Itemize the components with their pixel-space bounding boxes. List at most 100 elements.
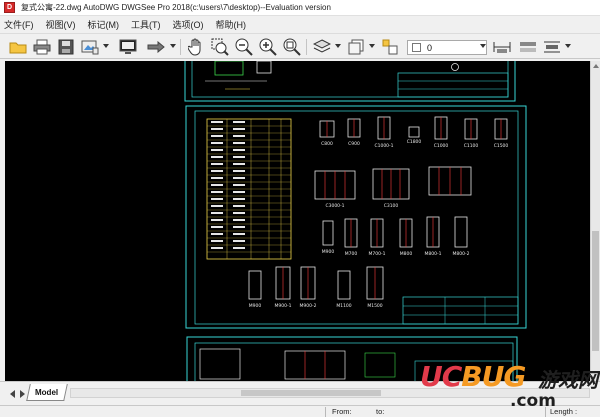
schedule-cell-text — [233, 156, 245, 158]
schedule-cell-text — [211, 226, 223, 228]
drawing-canvas[interactable]: C800 C900 C1000-1 C1800 C1000 C1100 C1500 C3000… — [5, 61, 590, 381]
schedule-cell-text — [233, 247, 245, 249]
door-label: M800-1 — [425, 251, 442, 257]
window-label: C1100 — [464, 143, 479, 149]
app-logo-icon: D — [4, 2, 15, 13]
menu-help[interactable]: 帮助(H) — [216, 18, 247, 31]
layer-select[interactable]: 0 — [407, 40, 487, 55]
schedule-cell-text — [211, 121, 223, 123]
door-label: M900 — [249, 303, 262, 309]
window-label: C1000-1 — [374, 143, 393, 149]
schedule-cell-text — [233, 233, 245, 235]
menu-file[interactable]: 文件(F) — [4, 18, 34, 31]
measure-icon[interactable] — [492, 38, 512, 56]
schedule-cell-text — [233, 135, 245, 137]
status-bar: From: to: Length : — [0, 405, 600, 417]
tab-model[interactable]: Model — [26, 384, 68, 401]
window-label: C800 — [321, 141, 333, 147]
save-icon[interactable] — [56, 38, 76, 56]
vertical-scrollbar[interactable] — [590, 61, 600, 381]
schedule-cell-text — [211, 240, 223, 242]
horizontal-scroll-thumb[interactable] — [241, 390, 381, 396]
zoom-in-icon[interactable] — [258, 38, 278, 56]
sheet-top — [184, 61, 516, 102]
status-to-label: to: — [376, 407, 385, 416]
schedule-cell-text — [233, 191, 245, 193]
schedule-cell-text — [233, 170, 245, 172]
status-divider — [545, 407, 546, 417]
dimension-icon[interactable] — [518, 38, 538, 56]
status-from-label: From: — [332, 407, 352, 416]
dwgsee-window: D 复式公寓-22.dwg AutoDWG DWGSee Pro 2018(c:… — [0, 0, 600, 417]
align-dropdown-arrow[interactable] — [565, 44, 571, 48]
toolbar: 0 — [0, 33, 600, 59]
arrow-dropdown-arrow[interactable] — [170, 44, 176, 48]
schedule-cell-text — [211, 247, 223, 249]
title-bar: D 复式公寓-22.dwg AutoDWG DWGSee Pro 2018(c:… — [0, 0, 600, 16]
layer-icon[interactable] — [312, 38, 332, 56]
menu-options[interactable]: 选项(O) — [173, 18, 204, 31]
sheet-bottom — [186, 336, 518, 381]
door-label: M700-1 — [369, 251, 386, 257]
window-label: C1800 — [407, 139, 422, 145]
schedule-cell-text — [233, 198, 245, 200]
door-label: M900 — [322, 249, 335, 255]
tab-next-arrow[interactable] — [20, 390, 25, 398]
align-icon[interactable] — [542, 38, 562, 56]
menu-view[interactable]: 视图(V) — [46, 18, 76, 31]
cad-drawing: C800 C900 C1000-1 C1800 C1000 C1100 C1500 C3000… — [184, 61, 527, 381]
toolbar-separator — [180, 39, 181, 55]
tab-model-label: Model — [35, 387, 59, 397]
schedule-cell-text — [211, 198, 223, 200]
menu-markup[interactable]: 标记(M) — [88, 18, 120, 31]
menu-bar: 文件(F) 视图(V) 标记(M) 工具(T) 选项(O) 帮助(H) — [0, 16, 600, 33]
window-label: C900 — [348, 141, 360, 147]
print-icon[interactable] — [32, 38, 52, 56]
door-label: M1500 — [367, 303, 382, 309]
schedule-cell-text — [233, 128, 245, 130]
vertical-scroll-thumb[interactable] — [592, 231, 599, 351]
zoom-out-icon[interactable] — [234, 38, 254, 56]
door-label: M1100 — [336, 303, 351, 309]
export-image-icon[interactable] — [80, 38, 100, 56]
horizontal-scrollbar[interactable] — [70, 388, 590, 398]
schedule-cell-text — [211, 212, 223, 214]
layer-manager-icon[interactable] — [380, 38, 400, 56]
schedule-cell-text — [211, 191, 223, 193]
schedule-cell-text — [211, 156, 223, 158]
export-dropdown-arrow[interactable] — [103, 44, 109, 48]
schedule-cell-text — [233, 240, 245, 242]
open-folder-icon[interactable] — [8, 38, 28, 56]
scroll-up-arrow[interactable] — [593, 64, 599, 68]
layer-dropdown-arrow[interactable] — [335, 44, 341, 48]
schedule-cell-text — [211, 233, 223, 235]
schedule-cell-text — [211, 163, 223, 165]
schedule-cell-text — [211, 205, 223, 207]
zoom-extents-icon[interactable] — [282, 38, 302, 56]
schedule-cell-text — [233, 212, 245, 214]
arrow-right-icon[interactable] — [146, 38, 166, 56]
window-title: 复式公寓-22.dwg AutoDWG DWGSee Pro 2018(c:\u… — [21, 3, 331, 12]
layer-value: 0 — [427, 42, 433, 53]
layer-visibility-checkbox[interactable] — [412, 43, 421, 52]
color-dropdown-arrow[interactable] — [369, 44, 375, 48]
window-label: C3000-1 — [325, 203, 344, 209]
pan-hand-icon[interactable] — [186, 38, 206, 56]
schedule-cell-text — [211, 219, 223, 221]
schedule-cell-text — [211, 142, 223, 144]
menu-tools[interactable]: 工具(T) — [131, 18, 161, 31]
layer-select-dropdown-arrow[interactable] — [480, 44, 486, 48]
color-square-icon[interactable] — [346, 38, 366, 56]
schedule-cell-text — [233, 205, 245, 207]
zoom-window-icon[interactable] — [210, 38, 230, 56]
tab-prev-arrow[interactable] — [10, 390, 15, 398]
window-label: C1500 — [494, 143, 509, 149]
schedule-cell-text — [211, 128, 223, 130]
schedule-cell-text — [233, 219, 245, 221]
door-label: M800-2 — [453, 251, 470, 257]
toolbar-separator — [306, 39, 307, 55]
schedule-cell-text — [211, 149, 223, 151]
schedule-cell-text — [233, 163, 245, 165]
monitor-icon[interactable] — [118, 38, 138, 56]
schedule-cell-text — [233, 149, 245, 151]
